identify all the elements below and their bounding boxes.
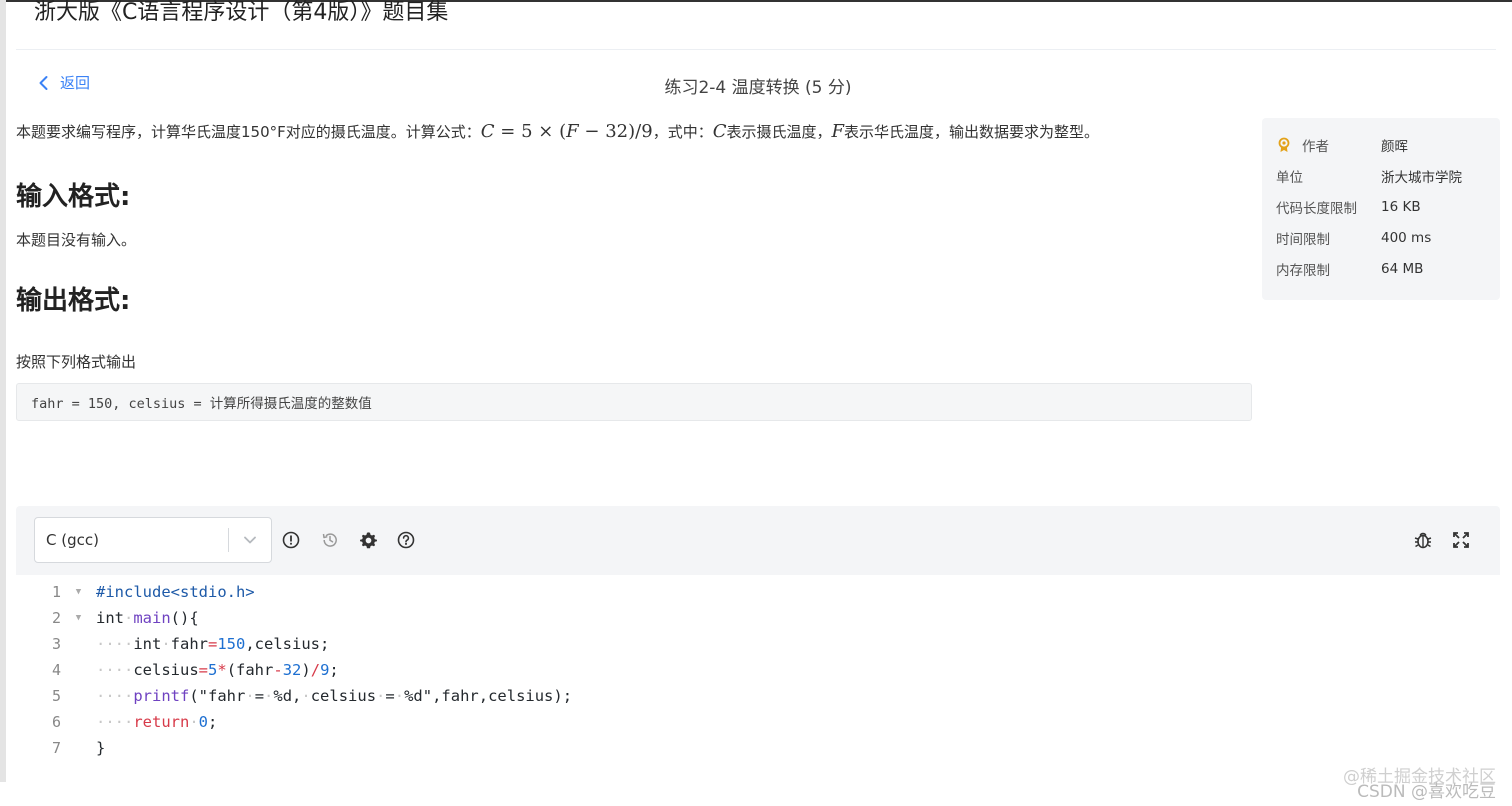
problem-description: 本题要求编写程序，计算华氏温度150°F对应的摄氏温度。计算公式：C = 5 ×… — [16, 118, 1252, 421]
language-select[interactable]: C (gcc) — [34, 517, 272, 563]
language-value: C (gcc) — [46, 531, 99, 549]
input-format-heading: 输入格式: — [16, 182, 131, 212]
code-area[interactable]: 1 ▼ #include<stdio.h> 2 ▼ int·main(){ 3 … — [16, 575, 1500, 806]
code-editor: C (gcc) 1 ▼ #include<stdio.h> 2 ▼ int·ma… — [16, 506, 1500, 806]
fold-toggle-icon[interactable]: ▼ — [61, 613, 96, 623]
code-line[interactable]: 1 ▼ #include<stdio.h> — [16, 579, 1500, 605]
code-line[interactable]: 5 ····printf("fahr·=·%d,·celsius·=·%d",f… — [16, 683, 1500, 709]
header-divider — [16, 49, 1496, 50]
help-icon[interactable] — [396, 530, 416, 550]
info-row-time-limit: 时间限制 400 ms — [1276, 229, 1432, 248]
problem-info-card: 作者 颜晖 单位 浙大城市学院 代码长度限制 16 KB 时间限制 400 ms… — [1262, 118, 1500, 300]
medal-icon — [1278, 137, 1290, 152]
info-row-code-limit: 代码长度限制 16 KB — [1276, 198, 1421, 217]
output-sample-block: fahr = 150, celsius = 计算所得摄氏温度的整数值 — [16, 383, 1252, 421]
code-limit-value: 16 KB — [1381, 198, 1421, 215]
variable-c: C — [712, 121, 727, 142]
fullscreen-icon[interactable] — [1451, 530, 1471, 550]
code-line[interactable]: 4 ····celsius=5*(fahr-32)/9; — [16, 657, 1500, 683]
chevron-down-icon — [244, 536, 256, 544]
window-left-edge — [0, 0, 6, 782]
watermark-csdn: CSDN @喜欢吃豆 — [1357, 782, 1496, 802]
author-value[interactable]: 颜晖 — [1381, 135, 1408, 155]
formula: C = 5 × (F − 32)/9 — [480, 121, 653, 142]
problem-intro: 本题要求编写程序，计算华氏温度150°F对应的摄氏温度。计算公式：C = 5 ×… — [16, 121, 1100, 142]
output-format-heading: 输出格式: — [16, 286, 131, 316]
history-icon[interactable] — [320, 530, 340, 550]
input-format-text: 本题目没有输入。 — [16, 231, 137, 249]
settings-icon[interactable] — [358, 530, 378, 550]
editor-toolbar: C (gcc) — [16, 506, 1500, 575]
info-row-author: 作者 颜晖 — [1276, 129, 1486, 160]
code-line[interactable]: 2 ▼ int·main(){ — [16, 605, 1500, 631]
code-line[interactable]: 3 ····int·fahr=150,celsius; — [16, 631, 1500, 657]
variable-f: F — [831, 121, 845, 142]
problem-set-title: 浙大版《C语言程序设计（第4版）》题目集 — [34, 0, 449, 25]
fold-toggle-icon[interactable]: ▼ — [61, 587, 96, 597]
code-line[interactable]: 6 ····return·0; — [16, 709, 1500, 735]
info-row-memory-limit: 内存限制 64 MB — [1276, 260, 1424, 279]
problem-title: 练习2-4 温度转换 (5 分) — [664, 78, 852, 98]
code-line[interactable]: 7 } — [16, 735, 1500, 761]
info-row-unit: 单位 浙大城市学院 — [1276, 160, 1486, 191]
debug-icon[interactable] — [1413, 530, 1433, 550]
output-format-text: 按照下列格式输出 — [16, 353, 137, 371]
time-limit-value: 400 ms — [1381, 229, 1432, 246]
memory-limit-value: 64 MB — [1381, 260, 1424, 277]
info-icon[interactable] — [281, 530, 301, 550]
unit-value: 浙大城市学院 — [1381, 169, 1462, 186]
